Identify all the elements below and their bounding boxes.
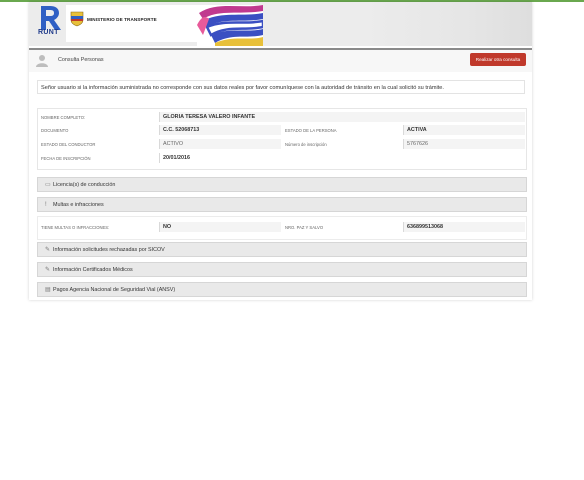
- full-name-value: GLORIA TERESA VALERO INFANTE: [159, 112, 525, 122]
- person-info-grid: NOMBRE COMPLETO: GLORIA TERESA VALERO IN…: [37, 108, 527, 170]
- section-fines[interactable]: ! Multas e infracciones: [37, 197, 527, 212]
- runt-logo-text: RUNT: [38, 29, 59, 36]
- breadcrumb-title: Consulta Personas: [58, 57, 104, 63]
- decorative-wave-art: [197, 5, 263, 46]
- new-query-button[interactable]: Realizar otra consulta: [470, 53, 526, 66]
- person-icon: [36, 55, 48, 67]
- section-sicov[interactable]: ✎ Información solicitudes rechazadas por…: [37, 242, 527, 257]
- section-sicov-label: Información solicitudes rechazadas por S…: [53, 247, 165, 253]
- wrench-icon: ✎: [45, 267, 51, 273]
- driver-status-label: ESTADO DEL CONDUCTOR: [41, 142, 96, 147]
- exclamation-icon: !: [45, 202, 47, 208]
- full-name-label: NOMBRE COMPLETO:: [41, 115, 86, 120]
- section-fines-label: Multas e infracciones: [53, 202, 104, 208]
- document-value: C.C. 52068713: [159, 125, 281, 135]
- coat-of-arms-icon: [70, 11, 84, 27]
- document-icon: ▤: [45, 287, 51, 293]
- has-fines-label: TIENE MULTAS O INFRACCIONES:: [41, 225, 110, 230]
- section-licenses[interactable]: ▭ Licencia(s) de conducción: [37, 177, 527, 192]
- ministry-label: MINISTERIO DE TRANSPORTE: [87, 17, 157, 22]
- section-licenses-label: Licencia(s) de conducción: [53, 182, 116, 188]
- has-fines-value: NO: [159, 222, 281, 232]
- section-ansv-payments-label: Pagos Agencia Nacional de Seguridad Vial…: [53, 287, 176, 293]
- card-icon: ▭: [45, 182, 51, 188]
- section-medical-certificates-label: Información Certificados Médicos: [53, 267, 133, 273]
- runt-logo-icon: [41, 6, 61, 30]
- ministry-logo-box: MINISTERIO DE TRANSPORTE: [66, 5, 263, 46]
- wrench-icon: ✎: [45, 247, 51, 253]
- registration-date-label: FECHA DE INSCRIPCIÓN: [41, 156, 91, 161]
- page-container: RUNT MINISTERIO DE TRANSPORTE Consulta P…: [29, 2, 532, 300]
- clearance-number-label: NRO. PAZ Y SALVO: [285, 225, 324, 230]
- person-status-label: ESTADO DE LA PERSONA: [285, 128, 337, 133]
- breadcrumb-bar: Consulta Personas Realizar otra consulta: [29, 48, 532, 72]
- registration-number-value: 5767626: [403, 139, 525, 149]
- driver-status-value: ACTIVO: [159, 139, 281, 149]
- person-status-value: ACTIVA: [403, 125, 525, 135]
- header-banner: RUNT MINISTERIO DE TRANSPORTE: [29, 2, 532, 46]
- registration-date-value: 20/01/2016: [159, 153, 281, 163]
- registration-number-label: Número de inscripción: [285, 142, 327, 147]
- section-medical-certificates[interactable]: ✎ Información Certificados Médicos: [37, 262, 527, 277]
- document-label: DOCUMENTO: [41, 128, 69, 133]
- notice-message: Señor usuario si la información suminist…: [37, 80, 525, 94]
- clearance-number-value: 636899513068: [403, 222, 525, 232]
- section-ansv-payments[interactable]: ▤ Pagos Agencia Nacional de Seguridad Vi…: [37, 282, 527, 297]
- fines-panel: TIENE MULTAS O INFRACCIONES: NO NRO. PAZ…: [37, 216, 527, 240]
